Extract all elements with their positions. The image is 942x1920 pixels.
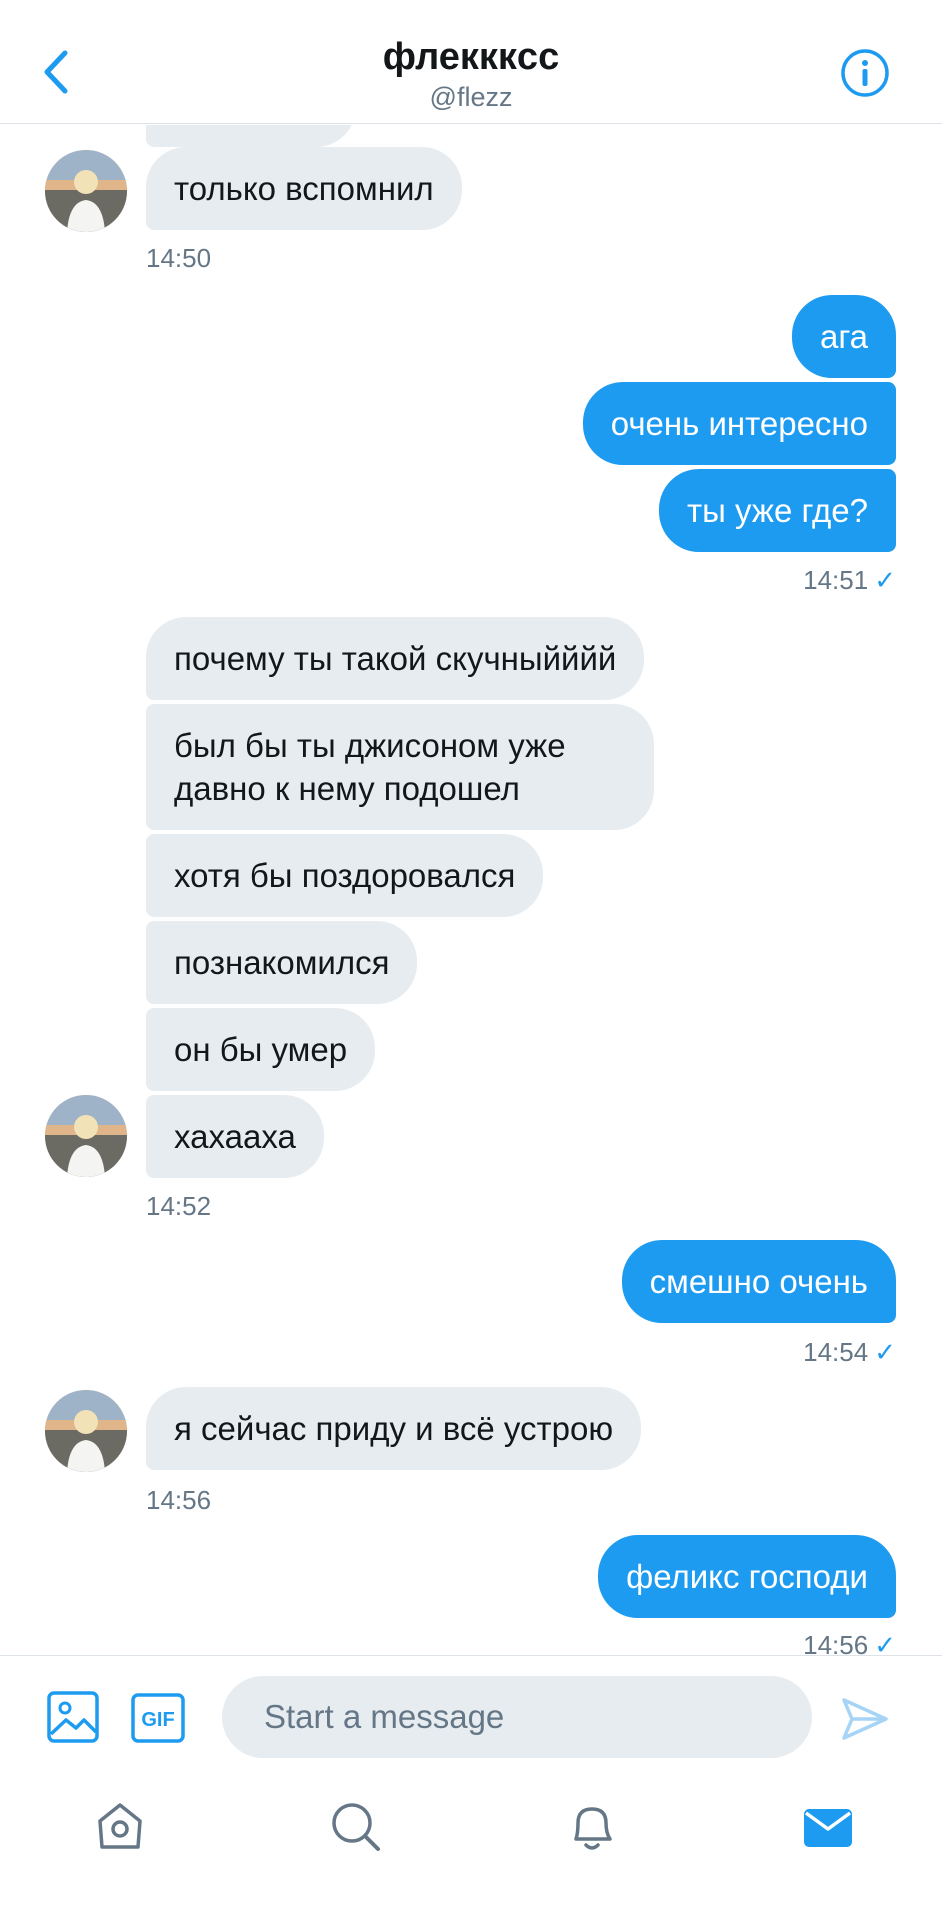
envelope-icon (804, 1809, 852, 1847)
bell-icon (574, 1807, 612, 1850)
send-button[interactable] (840, 1694, 890, 1744)
message-list[interactable]: только вспомнил 14:50 ага очень интересн… (0, 125, 942, 1655)
message-bubble[interactable]: хотя бы поздоровался (146, 834, 544, 917)
message-bubble[interactable]: я сейчас приду и всё устрою (146, 1387, 642, 1470)
home-icon (98, 1803, 142, 1849)
message-bubble[interactable]: был бы ты джисоном уже давно к нему подо… (146, 704, 654, 830)
send-icon (842, 1698, 888, 1740)
message-bubble[interactable]: он бы умер (146, 1008, 376, 1091)
message-input[interactable] (222, 1676, 812, 1758)
gif-button[interactable]: GIF (130, 1692, 186, 1744)
message-timestamp: 14:51 ✓ (803, 565, 896, 596)
tab-messages[interactable] (800, 1799, 856, 1855)
info-button[interactable] (840, 48, 890, 98)
svg-text:GIF: GIF (141, 1709, 174, 1731)
message-timestamp: 14:52 (146, 1191, 212, 1221)
message-bubble[interactable]: смешно очень (621, 1240, 896, 1323)
timestamp-text: 14:56 (803, 1630, 869, 1655)
conversation-header: флекккcс @flezz (0, 0, 942, 124)
info-icon (841, 49, 889, 97)
read-check-icon: ✓ (874, 1630, 896, 1655)
message-timestamp: 14:56 (146, 1485, 212, 1515)
read-check-icon: ✓ (874, 1337, 896, 1367)
message-bubble[interactable]: очень интересно (582, 382, 896, 465)
message-timestamp: 14:50 (146, 243, 212, 273)
avatar[interactable] (45, 1095, 127, 1177)
conversation-handle: @flezz (429, 82, 513, 112)
message-composer: GIF (0, 1655, 942, 1775)
conversation-title[interactable]: флекккcс (0, 36, 942, 79)
message-bubble-partial[interactable] (146, 125, 356, 147)
timestamp-text: 14:54 (803, 1337, 869, 1367)
message-bubble[interactable]: ты уже где? (659, 469, 896, 552)
tab-notifications[interactable] (564, 1799, 620, 1855)
message-bubble[interactable]: ага (791, 295, 896, 378)
message-bubble[interactable]: познакомился (146, 921, 418, 1004)
avatar[interactable] (45, 1390, 127, 1472)
bottom-tab-bar (0, 1775, 942, 1920)
message-bubble[interactable]: только вспомнил (146, 147, 462, 230)
avatar[interactable] (45, 150, 127, 232)
media-button[interactable] (46, 1690, 100, 1744)
timestamp-text: 14:51 (803, 565, 869, 595)
message-timestamp: 14:54 ✓ (803, 1337, 896, 1368)
read-check-icon: ✓ (874, 565, 896, 595)
message-bubble[interactable]: феликс господи (598, 1535, 896, 1618)
search-icon (332, 1803, 380, 1851)
message-bubble[interactable]: хахааха (146, 1095, 324, 1178)
message-bubble[interactable]: почему ты такой скучныйййй (146, 617, 645, 700)
image-icon (47, 1691, 99, 1743)
tab-search[interactable] (328, 1799, 384, 1855)
tab-home[interactable] (92, 1799, 148, 1855)
gif-icon: GIF (131, 1693, 185, 1743)
message-timestamp: 14:56 ✓ (803, 1630, 896, 1655)
